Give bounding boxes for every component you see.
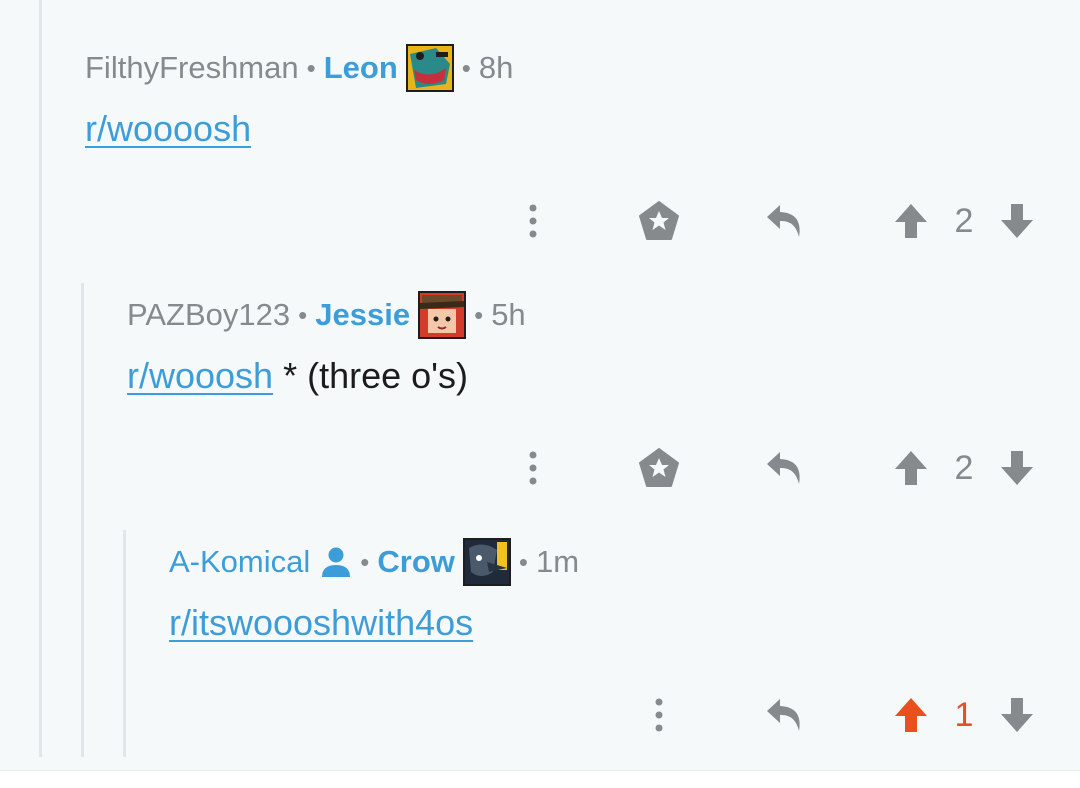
- comment-meta: PAZBoy123 • Jessie • 5h: [127, 290, 526, 340]
- user-flair: Jessie: [315, 297, 411, 332]
- downvote-icon: [1001, 698, 1033, 732]
- comment-author[interactable]: A-Komical: [169, 544, 310, 580]
- subreddit-link[interactable]: r/wooosh: [127, 355, 273, 396]
- downvote-button[interactable]: [993, 691, 1041, 739]
- thread-line-level-1[interactable]: [39, 0, 42, 757]
- comment-time: 1m: [535, 544, 580, 579]
- comment-body: r/itswoooshwith4os: [169, 602, 473, 644]
- downvote-icon: [1001, 451, 1033, 485]
- award-icon: [639, 448, 679, 487]
- upvote-icon: [895, 451, 927, 485]
- comment-meta: A-Komical • Crow • 1m: [169, 537, 579, 587]
- user-flair: Leon: [323, 50, 398, 85]
- flair-avatar-image: [418, 291, 467, 339]
- separator: •: [461, 52, 471, 83]
- reply-icon: [767, 452, 800, 484]
- upvote-button[interactable]: [887, 197, 935, 245]
- downvote-button[interactable]: [993, 444, 1041, 492]
- more-button[interactable]: [509, 197, 557, 245]
- reply-button[interactable]: [761, 444, 809, 492]
- downvote-icon: [1001, 204, 1033, 238]
- separator: •: [518, 546, 528, 577]
- award-button[interactable]: [635, 197, 683, 245]
- upvote-icon: [895, 698, 927, 732]
- more-button[interactable]: [509, 444, 557, 492]
- comment-actions: 2: [0, 444, 1080, 492]
- reply-button[interactable]: [761, 691, 809, 739]
- more-icon: [529, 451, 537, 485]
- comment-actions: 1: [0, 691, 1080, 739]
- comment-text: * (three o's): [273, 355, 469, 396]
- comment-actions: 2: [0, 197, 1080, 245]
- comment-time: 5h: [491, 297, 526, 332]
- subreddit-link[interactable]: r/itswoooshwith4os: [169, 602, 473, 643]
- vote-score: 1: [954, 696, 974, 734]
- user-icon: [320, 546, 352, 578]
- bottom-bar: [0, 770, 1080, 788]
- thread-line-level-2[interactable]: [81, 283, 84, 757]
- reply-icon: [767, 699, 800, 731]
- comment-time: 8h: [478, 50, 514, 85]
- vote-score: 2: [954, 449, 974, 487]
- reply-icon: [767, 205, 800, 237]
- subreddit-link[interactable]: r/woooosh: [85, 108, 251, 149]
- downvote-button[interactable]: [993, 197, 1041, 245]
- comment-body: r/wooosh * (three o's): [127, 355, 468, 397]
- reply-button[interactable]: [761, 197, 809, 245]
- award-icon: [639, 201, 679, 240]
- comment-body: r/woooosh: [85, 108, 251, 150]
- more-icon: [655, 698, 663, 732]
- comment-author[interactable]: FilthyFreshman: [85, 50, 299, 86]
- separator: •: [298, 299, 308, 330]
- upvote-button-active[interactable]: [887, 691, 935, 739]
- upvote-button[interactable]: [887, 444, 935, 492]
- separator: •: [360, 546, 370, 577]
- flair-avatar-image: [462, 538, 511, 586]
- comment-author[interactable]: PAZBoy123: [127, 297, 290, 333]
- flair-avatar-image: [405, 44, 454, 92]
- more-button[interactable]: [635, 691, 683, 739]
- user-flair: Crow: [377, 544, 455, 579]
- separator: •: [474, 299, 484, 330]
- upvote-icon: [895, 204, 927, 238]
- separator: •: [306, 52, 316, 83]
- vote-score: 2: [954, 202, 974, 240]
- award-button[interactable]: [635, 444, 683, 492]
- comment-meta: FilthyFreshman • Leon • 8h: [85, 43, 513, 93]
- more-icon: [529, 204, 537, 238]
